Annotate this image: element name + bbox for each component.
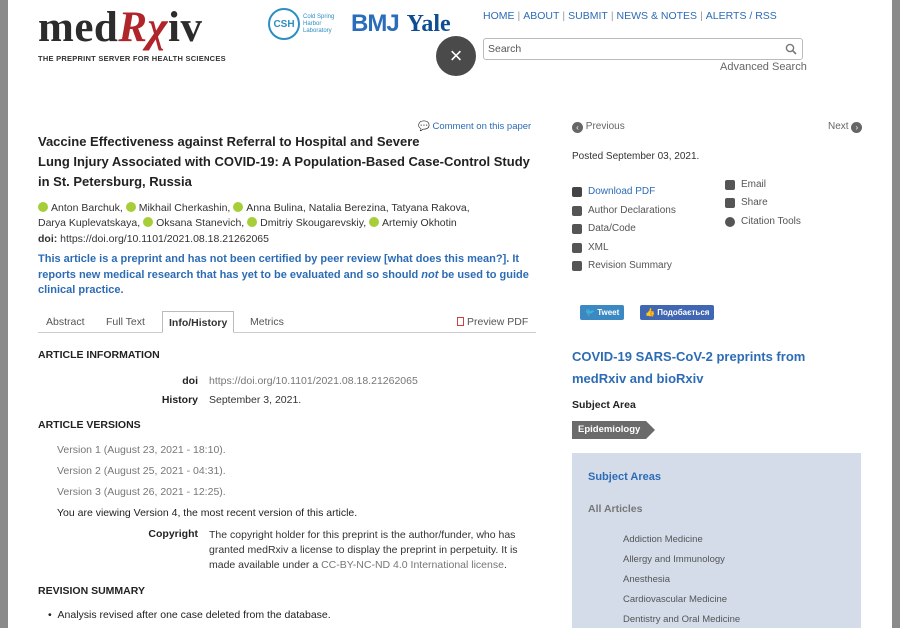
author-link[interactable]: Mikhail Cherkashin, — [139, 202, 231, 214]
csh-name: Cold Spring Harbor Laboratory — [303, 13, 335, 34]
license-link[interactable]: CC-BY-NC-ND 4.0 International license — [321, 559, 504, 571]
subject-link[interactable]: Dentistry and Oral Medicine — [623, 614, 740, 625]
external-link-icon — [572, 242, 582, 253]
citation-tools-link[interactable]: Citation Tools — [725, 216, 801, 227]
version-link[interactable]: Version 3 (August 26, 2021 - 12:25). — [57, 486, 226, 498]
author-declarations-link[interactable]: Author Declarations — [572, 205, 676, 216]
orcid-icon[interactable] — [247, 217, 258, 227]
download-pdf-link[interactable]: Download PDF — [572, 186, 655, 197]
covid-preprints-link[interactable]: COVID-19 SARS-CoV-2 preprints from medRx… — [572, 346, 862, 390]
logo-tagline: THE PREPRINT SERVER FOR HEALTH SCIENCES — [38, 54, 226, 63]
checkbox-icon — [572, 205, 582, 216]
tab-full-text[interactable]: Full Text — [100, 311, 151, 333]
share-icon — [725, 197, 735, 208]
nav-home[interactable]: HOME — [483, 10, 515, 22]
revision-summary-heading: REVISION SUMMARY — [38, 585, 145, 597]
subject-link[interactable]: Allergy and Immunology — [623, 554, 725, 565]
orcid-icon[interactable] — [369, 217, 380, 227]
article-versions-heading: ARTICLE VERSIONS — [38, 419, 141, 431]
close-icon[interactable]: × — [436, 36, 476, 76]
document-icon — [572, 223, 582, 234]
share-link[interactable]: Share — [725, 197, 768, 208]
orcid-icon[interactable] — [143, 217, 154, 227]
article-tabs: Abstract Full Text Info/History Metrics … — [38, 311, 536, 333]
preview-pdf-link[interactable]: Preview PDF — [451, 311, 534, 333]
current-version-note: You are viewing Version 4, the most rece… — [57, 507, 358, 519]
previous-link[interactable]: ‹ Previous — [572, 121, 625, 133]
author-link[interactable]: Artemiy Okhotin — [382, 217, 457, 229]
email-link[interactable]: Email — [725, 179, 766, 190]
tab-abstract[interactable]: Abstract — [40, 311, 91, 333]
comment-link[interactable]: 💬 Comment on this paper — [418, 121, 531, 132]
author-list: Anton Barchuk, Mikhail Cherkashin, Anna … — [38, 201, 538, 231]
advanced-search-link[interactable]: Advanced Search — [720, 61, 807, 73]
edit-icon — [572, 260, 582, 271]
tweet-button[interactable]: 🐦 Tweet — [580, 305, 625, 320]
next-link[interactable]: Next › — [828, 121, 863, 133]
revision-summary-link[interactable]: Revision Summary — [572, 260, 672, 271]
doi-key: doi — [182, 375, 198, 387]
all-articles-link[interactable]: All Articles — [588, 503, 642, 515]
copyright-text: The copyright holder for this preprint i… — [209, 529, 518, 571]
doi-value[interactable]: https://doi.org/10.1101/2021.08.18.21262… — [209, 375, 418, 387]
search-field — [483, 38, 803, 60]
article-information-heading: ARTICLE INFORMATION — [38, 349, 160, 361]
pdf-icon — [457, 317, 464, 326]
author-link[interactable]: Darya Kuplevatskaya, — [38, 217, 140, 229]
arrow-right-icon: › — [851, 122, 863, 133]
yale-logo[interactable]: Yale — [407, 11, 451, 38]
twitter-icon: 🐦 — [585, 308, 595, 317]
page: medRχiv THE PREPRINT SERVER FOR HEALTH S… — [8, 0, 892, 628]
author-link[interactable]: Anna Bulina, Natalia Berezina, Tatyana R… — [246, 202, 469, 214]
partner-logos: CSH Cold Spring Harbor Laboratory BMJ Ya… — [268, 8, 451, 40]
subject-tag-epidemiology[interactable]: Epidemiology — [572, 421, 656, 439]
bmj-logo[interactable]: BMJ — [351, 10, 400, 38]
thumbs-up-icon: 👍 — [645, 308, 655, 317]
search-input[interactable] — [484, 39, 774, 59]
orcid-icon[interactable] — [125, 202, 136, 212]
tab-info-history[interactable]: Info/History — [162, 311, 235, 333]
download-icon — [572, 186, 582, 197]
preprint-warning: This article is a preprint and has not b… — [38, 253, 529, 296]
history-key: History — [161, 394, 198, 406]
subject-link[interactable]: Addiction Medicine — [623, 534, 703, 545]
subject-area-heading: Subject Area — [572, 399, 636, 411]
orcid-icon[interactable] — [233, 202, 244, 212]
medrxiv-logo[interactable]: medRχiv THE PREPRINT SERVER FOR HEALTH S… — [38, 4, 226, 64]
globe-icon — [725, 216, 735, 227]
arrow-left-icon: ‹ — [572, 122, 583, 133]
search-icon[interactable] — [785, 43, 797, 55]
posted-date: Posted September 03, 2021. — [572, 151, 700, 162]
article-title: Vaccine Effectiveness against Referral t… — [38, 134, 530, 189]
xml-link[interactable]: XML — [572, 242, 609, 253]
author-link[interactable]: Oksana Stanevich, — [156, 217, 244, 229]
nav-alerts-rss[interactable]: ALERTS / RSS — [706, 10, 777, 22]
email-icon — [725, 179, 735, 190]
subject-areas-panel: Subject Areas All Articles Addiction Med… — [572, 453, 861, 628]
tab-metrics[interactable]: Metrics — [244, 311, 290, 333]
author-link[interactable]: Anton Barchuk, — [51, 202, 123, 214]
orcid-icon[interactable] — [38, 202, 48, 212]
history-value: September 3, 2021. — [209, 394, 302, 406]
facebook-like-button[interactable]: 👍 Подобається — [640, 305, 715, 320]
version-link[interactable]: Version 2 (August 25, 2021 - 04:31). — [57, 465, 226, 477]
csh-logo-icon[interactable]: CSH — [268, 8, 300, 40]
logo-wordmark: medRχiv — [38, 4, 203, 51]
doi-link[interactable]: https://doi.org/10.1101/2021.08.18.21262… — [60, 233, 269, 245]
revision-item: • Analysis revised after one case delete… — [48, 609, 331, 621]
subject-link[interactable]: Cardiovascular Medicine — [623, 594, 727, 605]
top-nav: HOME | ABOUT | SUBMIT | NEWS & NOTES | ALERTS / … — [483, 10, 777, 22]
subject-link[interactable]: Anesthesia — [623, 574, 670, 585]
doi-line: doi: https://doi.org/10.1101/2021.08.18.… — [38, 233, 269, 245]
comment-bubble-icon: 💬 — [418, 121, 433, 132]
nav-news-notes[interactable]: NEWS & NOTES — [617, 10, 698, 22]
author-link[interactable]: Dmitriy Skougarevskiy, — [260, 217, 366, 229]
nav-submit[interactable]: SUBMIT — [568, 10, 608, 22]
subject-areas-heading: Subject Areas — [588, 471, 661, 483]
nav-about[interactable]: ABOUT — [523, 10, 559, 22]
copyright-key: Copyright — [148, 528, 198, 540]
version-link[interactable]: Version 1 (August 23, 2021 - 18:10). — [57, 444, 226, 456]
data-code-link[interactable]: Data/Code — [572, 223, 636, 234]
